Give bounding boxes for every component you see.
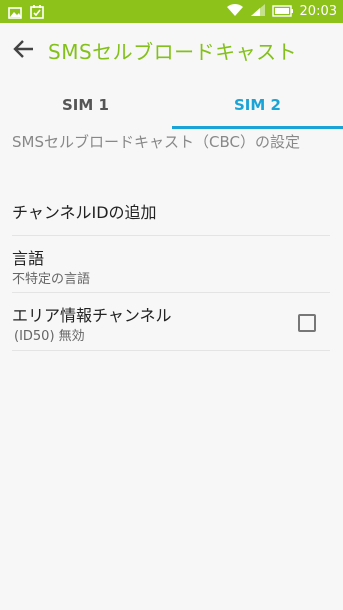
tab-sim-1[interactable]: SIM 1 [0,86,171,128]
add-channel-id-item[interactable]: チャンネルIDの追加 [0,190,343,235]
add-channel-id-label: チャンネルIDの追加 [12,203,157,222]
language-item[interactable]: 言語 不特定の言語 [0,236,343,292]
calendar-check-icon [30,4,44,23]
area-info-channel-status: (ID50) 無効 [14,329,85,344]
arrow-left-icon [13,38,35,64]
language-label: 言語 [12,249,45,268]
status-bar: 20:03 [0,0,343,23]
tab-indicator [172,126,343,129]
sim-tabs: SIM 1 SIM 2 [0,86,343,130]
wifi-icon [226,2,244,21]
battery-icon [271,2,294,21]
tab-sim-2[interactable]: SIM 2 [172,86,343,128]
back-button[interactable] [8,35,40,67]
divider [12,350,330,351]
area-info-channel-checkbox[interactable] [298,314,316,332]
language-value: 不特定の言語 [12,272,91,287]
signal-icon [250,2,266,21]
status-time: 20:03 [299,4,337,19]
area-info-channel-item[interactable]: エリア情報チャンネル (ID50) 無効 [0,293,343,349]
app-bar: SMSセルブロードキャスト [0,23,343,78]
area-info-channel-label: エリア情報チャンネル [12,306,172,325]
section-header: SMSセルブロードキャスト（CBC）の設定 [12,133,300,151]
page-title: SMSセルブロードキャスト [48,40,298,64]
image-icon [8,4,22,23]
